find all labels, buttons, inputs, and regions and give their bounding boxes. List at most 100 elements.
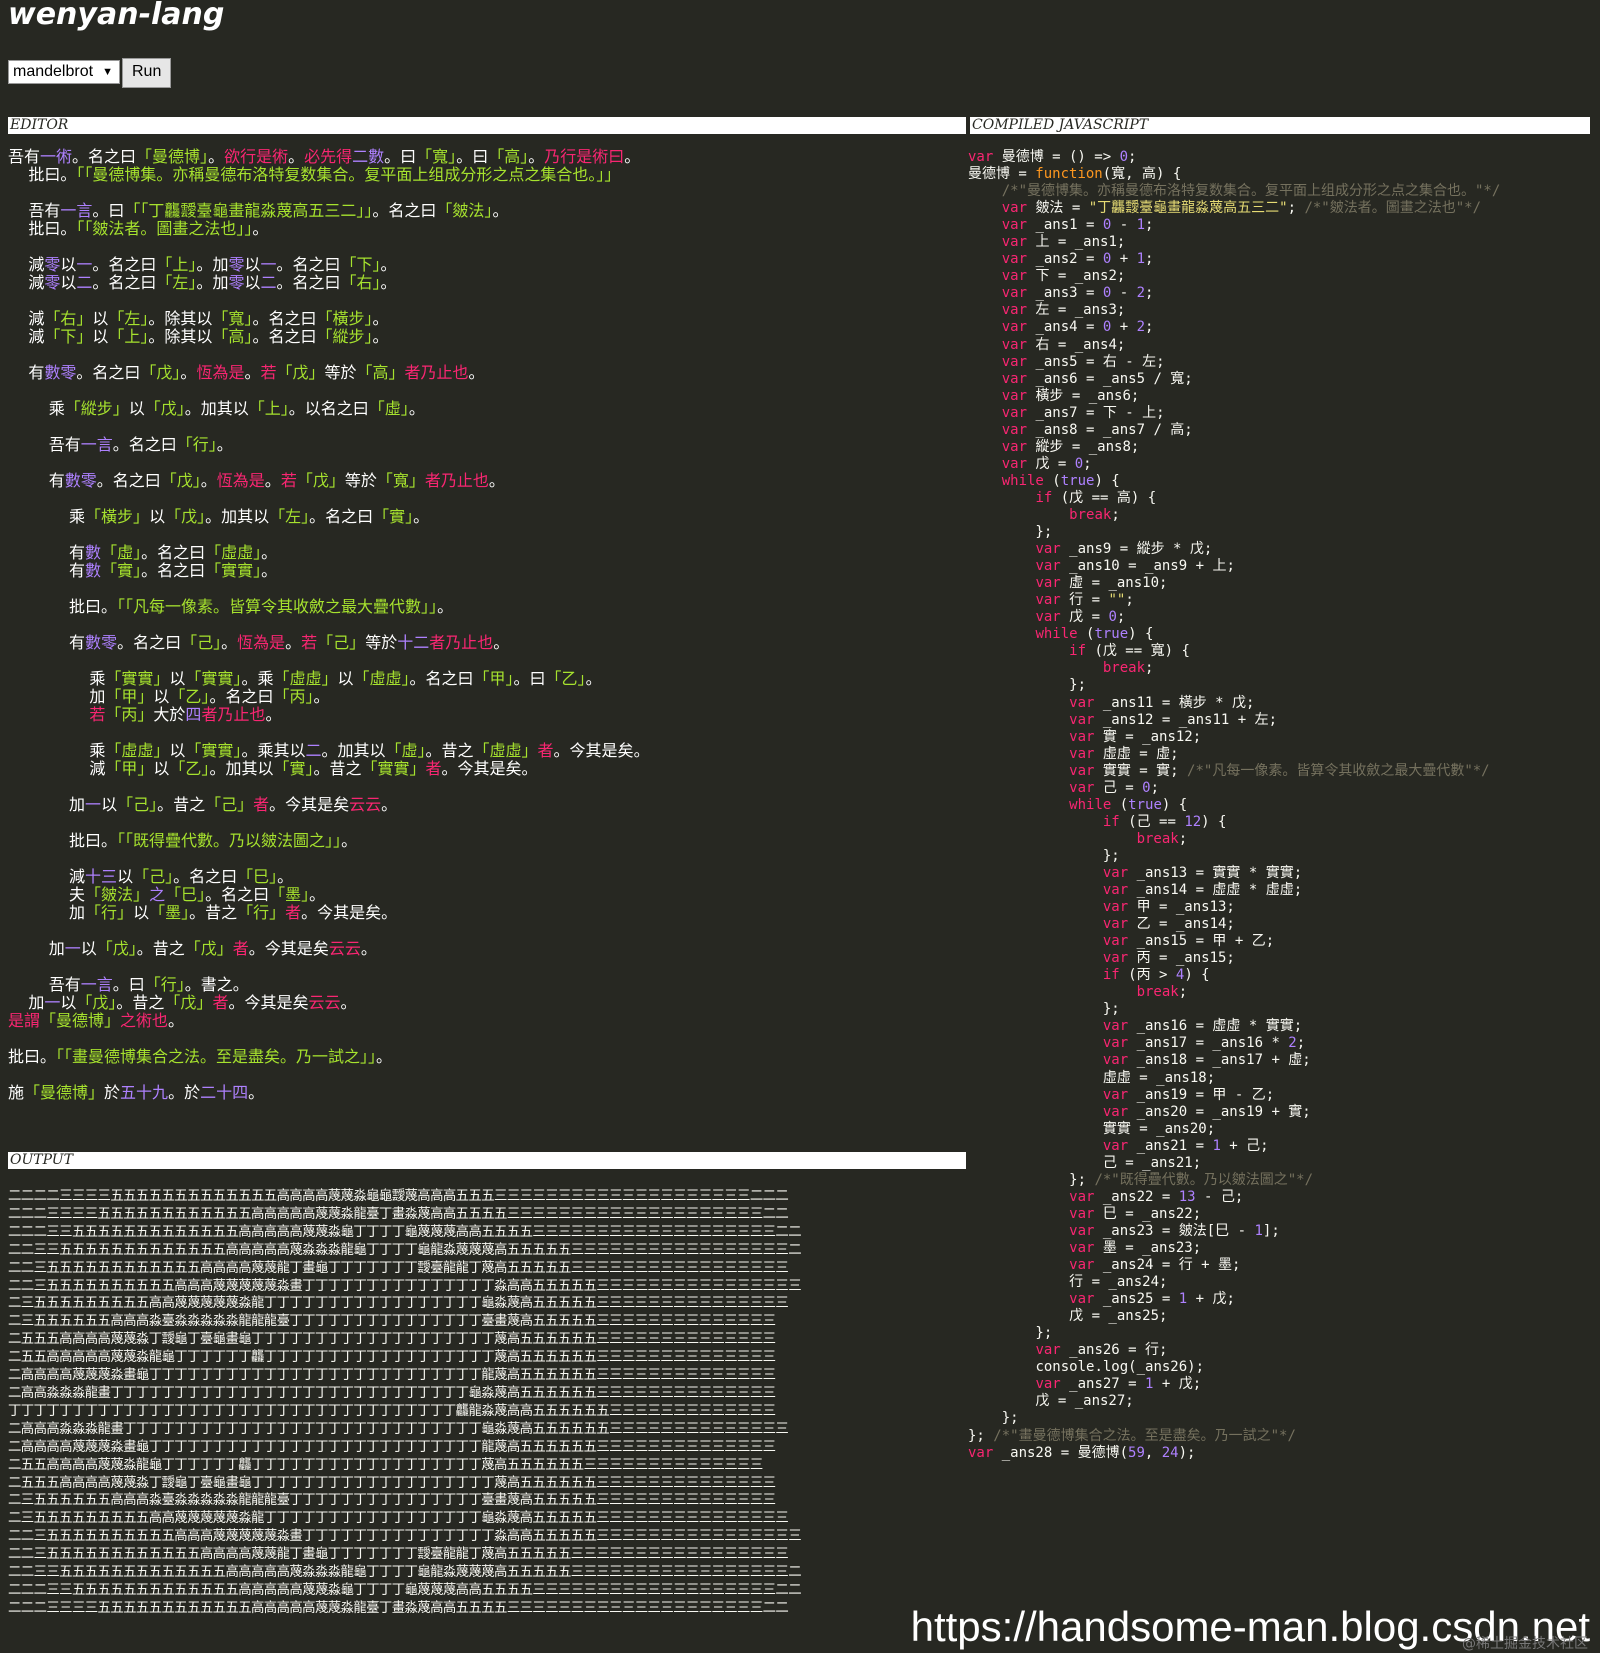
js-token: var	[1102, 1018, 1137, 1035]
editor-line: 減十三以「己」。名之曰「巳」。	[8, 868, 963, 886]
code-token: 「寬」	[376, 471, 425, 490]
code-token: 二十四	[200, 1083, 249, 1102]
js-line: var _ans21 = 1 + 己;	[968, 1137, 1590, 1154]
js-token: 墨 = _ans23;	[1102, 1240, 1202, 1256]
code-token: 「曼德博」	[136, 148, 209, 166]
js-token: var	[968, 1444, 1002, 1461]
js-line: var _ans2 = 0 + 1;	[968, 250, 1590, 267]
js-token: /*"皴法者。圖畫之法也"*/	[1304, 200, 1482, 217]
code-token: 恆為是	[237, 633, 286, 652]
js-line: if (丙 > 4) {	[968, 966, 1590, 983]
toolbar: mandelbrot ▼ Run	[8, 58, 172, 88]
code-token: 零	[60, 363, 77, 382]
code-token: 批曰。	[8, 165, 77, 184]
code-token: 「己」	[133, 867, 174, 886]
code-token: 數	[368, 148, 385, 166]
editor-line: 減零以一。名之曰「上」。加零以一。名之曰「下」。	[8, 256, 963, 274]
editor-line: 夫「皴法」之「巳」。名之曰「墨」。	[8, 886, 963, 904]
example-select[interactable]: mandelbrot ▼	[8, 60, 120, 84]
code-token: 。	[380, 273, 397, 292]
code-token: 吾有	[8, 975, 81, 994]
code-token: 「縱步」	[316, 327, 373, 346]
js-token: ) {	[1128, 626, 1154, 643]
code-token: 。	[248, 1083, 265, 1102]
js-token: ;	[1145, 217, 1154, 234]
js-line: };	[968, 847, 1590, 864]
code-token: 者乃止也	[424, 471, 489, 490]
js-token	[968, 950, 1103, 966]
editor-line: 批曰。「「畫曼德博集合之法。至是盡矣。乃一試之」」。	[8, 1048, 963, 1066]
code-token: 。	[468, 363, 485, 382]
js-line: var 右 = _ans4;	[968, 336, 1590, 353]
compiled-javascript-view: var 曼德博 = () => 0; 曼德博 = function(寬, 高) {…	[968, 148, 1590, 1548]
output-line: 二高高高高蔑蔑蔑淼畫龜丁丁丁丁丁丁丁丁丁丁丁丁丁丁丁丁丁丁丁丁丁丁丁丁丁丁龍蔑高…	[8, 1439, 776, 1455]
js-line: var _ans3 = 0 - 2;	[968, 284, 1590, 301]
code-token: 一	[64, 939, 81, 958]
js-token: var	[1001, 404, 1036, 421]
js-line: var 虛虛 = 虛;	[968, 745, 1590, 762]
code-token: 「巳」	[237, 867, 278, 886]
code-token: 。今其是矣	[441, 759, 522, 778]
code-token: 。	[492, 201, 509, 220]
js-token: 橫步 = _ans6;	[1035, 387, 1140, 404]
code-token: 以	[153, 759, 170, 778]
code-token: 「寬」	[212, 309, 253, 328]
js-token: var	[1102, 933, 1137, 950]
code-token: 。加	[196, 255, 229, 274]
compiled-header: COMPILED JAVASCRIPT	[970, 117, 1590, 134]
code-token: 「甲」	[473, 669, 514, 688]
output-line: 二二三五五五五五五五五五五高高高蔑蔑蔑蔑蔑淼畫丁丁丁丁丁丁丁丁丁丁丁丁丁丁丁淼高…	[8, 1278, 802, 1294]
code-token: 以	[80, 939, 97, 958]
js-token	[968, 575, 1035, 591]
code-token: 。	[168, 1011, 185, 1030]
js-token: _ans14 = 虛虛 * 虛虛;	[1136, 882, 1303, 899]
code-token: 。	[381, 795, 398, 814]
js-token: _ans25 =	[1102, 1291, 1179, 1308]
js-line: 己 = _ans21;	[968, 1154, 1590, 1171]
code-token: 者	[232, 939, 249, 958]
output-line: 二高高高淼淼淼龍畫丁丁丁丁丁丁丁丁丁丁丁丁丁丁丁丁丁丁丁丁丁丁丁丁丁丁丁丁龜淼蔑…	[8, 1421, 789, 1437]
run-button[interactable]: Run	[122, 58, 172, 88]
code-token: 者	[285, 903, 302, 922]
js-token: ;	[1287, 200, 1305, 217]
js-token: 2	[1136, 319, 1146, 336]
js-token	[968, 797, 1069, 813]
js-line: var _ans5 = 右 - 左;	[968, 353, 1590, 370]
code-token: 「戊」	[276, 363, 325, 382]
code-editor[interactable]: 吾有一術。名之曰「曼德博」。欲行是術。必先得二數。曰「寬」。曰「高」。乃行是術曰…	[8, 148, 963, 1108]
js-token: 實實 = _ans20;	[968, 1120, 1216, 1137]
code-token: 有	[8, 543, 86, 562]
code-token: 一	[44, 993, 61, 1012]
js-token: ;	[1145, 251, 1154, 268]
code-token: 數	[64, 471, 81, 490]
code-token: 。	[216, 435, 233, 454]
code-token: 「上」	[248, 399, 289, 418]
js-token: var	[1069, 779, 1103, 796]
js-line: }; /*"既得疊代數。乃以皴法圖之"*/	[968, 1171, 1590, 1188]
code-token: 以	[153, 687, 170, 706]
js-token: 12	[1184, 813, 1202, 830]
code-token: 。	[208, 148, 225, 166]
js-token	[968, 1035, 1103, 1051]
js-token	[968, 1138, 1103, 1154]
code-token: 零	[44, 255, 61, 274]
js-token: while	[1069, 796, 1120, 813]
code-token: 。名之曰	[372, 201, 437, 220]
js-token: var	[1001, 353, 1036, 370]
js-line: var _ans25 = 1 + 戊;	[968, 1290, 1590, 1307]
code-token: 夫	[8, 885, 86, 904]
code-token: 減	[8, 327, 45, 346]
code-token: 。昔之	[116, 993, 165, 1012]
code-token: 「實實」	[205, 561, 262, 580]
code-token: 「巳」	[165, 885, 206, 904]
code-token: 若	[301, 633, 318, 652]
js-token: var	[1069, 1240, 1103, 1256]
js-token: var	[1035, 558, 1070, 575]
code-token: 。昔之	[136, 939, 185, 958]
js-token: var	[1001, 251, 1036, 268]
js-token	[968, 1189, 1069, 1205]
